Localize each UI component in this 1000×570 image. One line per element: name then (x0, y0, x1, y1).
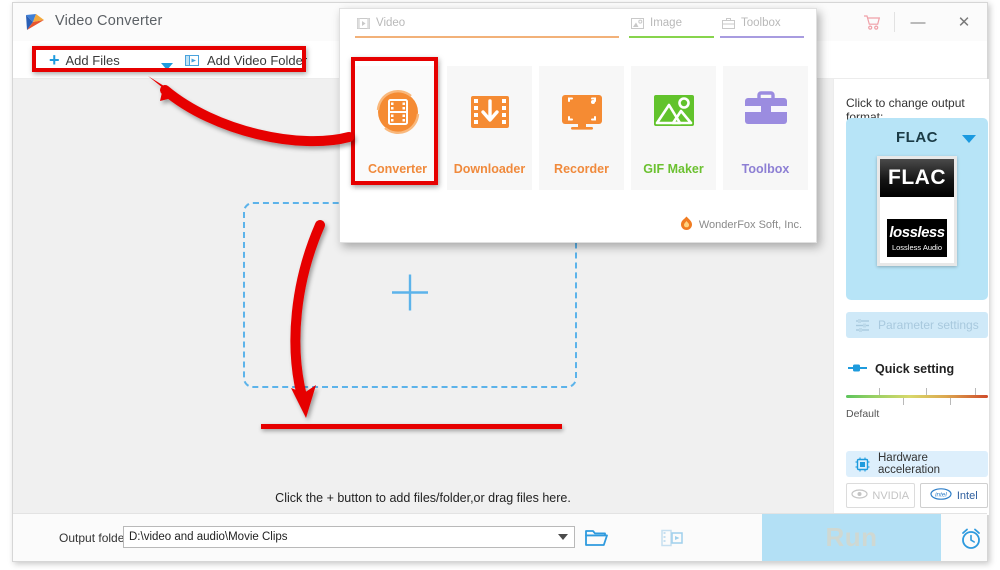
parameter-settings-label: Parameter settings (878, 318, 979, 332)
shopping-cart-icon (863, 14, 880, 30)
toolbox-case-icon (738, 84, 794, 145)
quick-setting-row[interactable]: Quick setting (848, 360, 954, 378)
format-thumb-title: FLAC (880, 159, 954, 197)
popup-brand-text: WonderFox Soft, Inc. (698, 218, 802, 231)
chevron-down-icon[interactable] (962, 135, 976, 143)
wonderfox-flame-icon (680, 216, 693, 233)
module-tile-downloader-label: Downloader (453, 162, 526, 176)
nvidia-eye-icon (851, 489, 869, 502)
module-tile-toolbox-label: Toolbox (741, 162, 790, 176)
wonderfox-play-logo-icon (25, 13, 45, 32)
tab-video[interactable]: Video (357, 17, 405, 29)
tab-image[interactable]: Image (631, 17, 682, 29)
popup-brand: WonderFox Soft, Inc. (680, 216, 802, 233)
run-button[interactable]: Run (762, 514, 941, 561)
bottom-bar: Output folder: D:\video and audio\Movie … (13, 513, 987, 561)
hardware-acceleration-button[interactable]: Hardware acceleration (846, 451, 988, 477)
module-tile-converter[interactable]: Converter (355, 66, 440, 190)
slider-handle-icon (848, 360, 867, 378)
plus-icon[interactable] (389, 272, 431, 319)
gpu-options-row: NVIDIA intel Intel (846, 483, 988, 508)
chevron-down-icon[interactable] (558, 534, 568, 540)
screenshot-root: Video Converter — ✕ + Add Files Add Vide… (0, 0, 1000, 570)
popup-tabs: Video Image Toolbox (340, 9, 816, 49)
slider-ticks-top (846, 388, 988, 395)
module-tile-recorder[interactable]: Recorder (539, 66, 624, 190)
module-tile-toolbox[interactable]: Toolbox (723, 66, 808, 190)
add-files-dropdown-button[interactable] (161, 55, 173, 77)
video-clip-icon (357, 17, 370, 29)
recorder-icon (554, 84, 610, 145)
module-tiles: Converter Downloader Recorder GIF Maker … (355, 66, 808, 190)
module-tile-downloader[interactable]: Downloader (447, 66, 532, 190)
gif-maker-icon (646, 84, 702, 145)
minimize-button[interactable]: — (895, 3, 941, 41)
open-folder-icon[interactable] (585, 528, 609, 553)
module-tile-recorder-label: Recorder (554, 162, 609, 176)
cart-button[interactable] (848, 3, 894, 41)
tab-toolbox-underline (720, 36, 804, 38)
downloader-icon (462, 84, 518, 145)
slider-ticks-bottom (846, 398, 988, 405)
module-tile-converter-label: Converter (367, 162, 428, 176)
output-format-card[interactable]: FLAC FLAC lossless Lossless Audio (846, 118, 988, 300)
window-controls: — ✕ (848, 3, 987, 41)
alarm-clock-icon[interactable] (959, 527, 983, 555)
add-files-label: Add Files (65, 52, 120, 68)
tab-image-underline (629, 36, 714, 38)
add-video-folder-button[interactable]: Add Video Folder (185, 49, 307, 71)
format-thumbnail: FLAC lossless Lossless Audio (877, 156, 957, 266)
add-files-button[interactable]: + Add Files (49, 49, 120, 71)
converter-icon (370, 84, 426, 145)
hardware-acceleration-label: Hardware acceleration (878, 452, 941, 476)
tab-toolbox[interactable]: Toolbox (722, 17, 781, 29)
lossless-text: lossless (889, 223, 945, 241)
dropzone-hint-text: Click the + button to add files/folder,o… (275, 491, 571, 505)
chevron-down-icon (161, 62, 173, 70)
image-icon (631, 17, 644, 29)
tab-video-underline (355, 36, 619, 38)
merge-video-icon[interactable] (661, 529, 683, 552)
intel-logo-icon: intel (930, 488, 952, 503)
cpu-chip-icon (855, 457, 870, 472)
plus-icon: + (49, 50, 60, 70)
nvidia-toggle[interactable]: NVIDIA (846, 483, 915, 508)
toolbox-icon (722, 17, 735, 29)
module-tile-gif-maker-label: GIF Maker (643, 162, 704, 176)
tab-video-label: Video (376, 17, 406, 29)
quick-setting-label: Quick setting (875, 362, 955, 376)
lossless-subtitle: Lossless Audio (891, 242, 943, 252)
nvidia-label: NVIDIA (872, 489, 910, 502)
quality-slider[interactable]: Default (846, 388, 988, 420)
intel-label: Intel (956, 489, 978, 502)
module-tile-gif-maker[interactable]: GIF Maker (631, 66, 716, 190)
parameter-settings-button[interactable]: Parameter settings (846, 312, 988, 338)
tab-toolbox-label: Toolbox (741, 17, 781, 29)
close-button[interactable]: ✕ (941, 3, 987, 41)
output-folder-label: Output folder: (59, 531, 132, 545)
video-folder-icon (185, 53, 200, 67)
sliders-icon (855, 318, 870, 332)
output-format-sidebar: Click to change output format: FLAC FLAC… (833, 79, 989, 515)
output-folder-input[interactable]: D:\video and audio\Movie Clips (123, 526, 575, 548)
tab-image-label: Image (650, 17, 682, 29)
add-video-folder-label: Add Video Folder (207, 52, 308, 68)
lossless-badge: lossless Lossless Audio (887, 219, 947, 257)
svg-text:intel: intel (935, 492, 947, 499)
intel-toggle[interactable]: intel Intel (919, 483, 988, 508)
module-switch-popup: Video Image Toolbox Converter Downloader… (339, 8, 817, 243)
run-label: Run (825, 522, 878, 552)
app-title: Video Converter (55, 13, 163, 29)
quality-default-label: Default (846, 408, 880, 420)
